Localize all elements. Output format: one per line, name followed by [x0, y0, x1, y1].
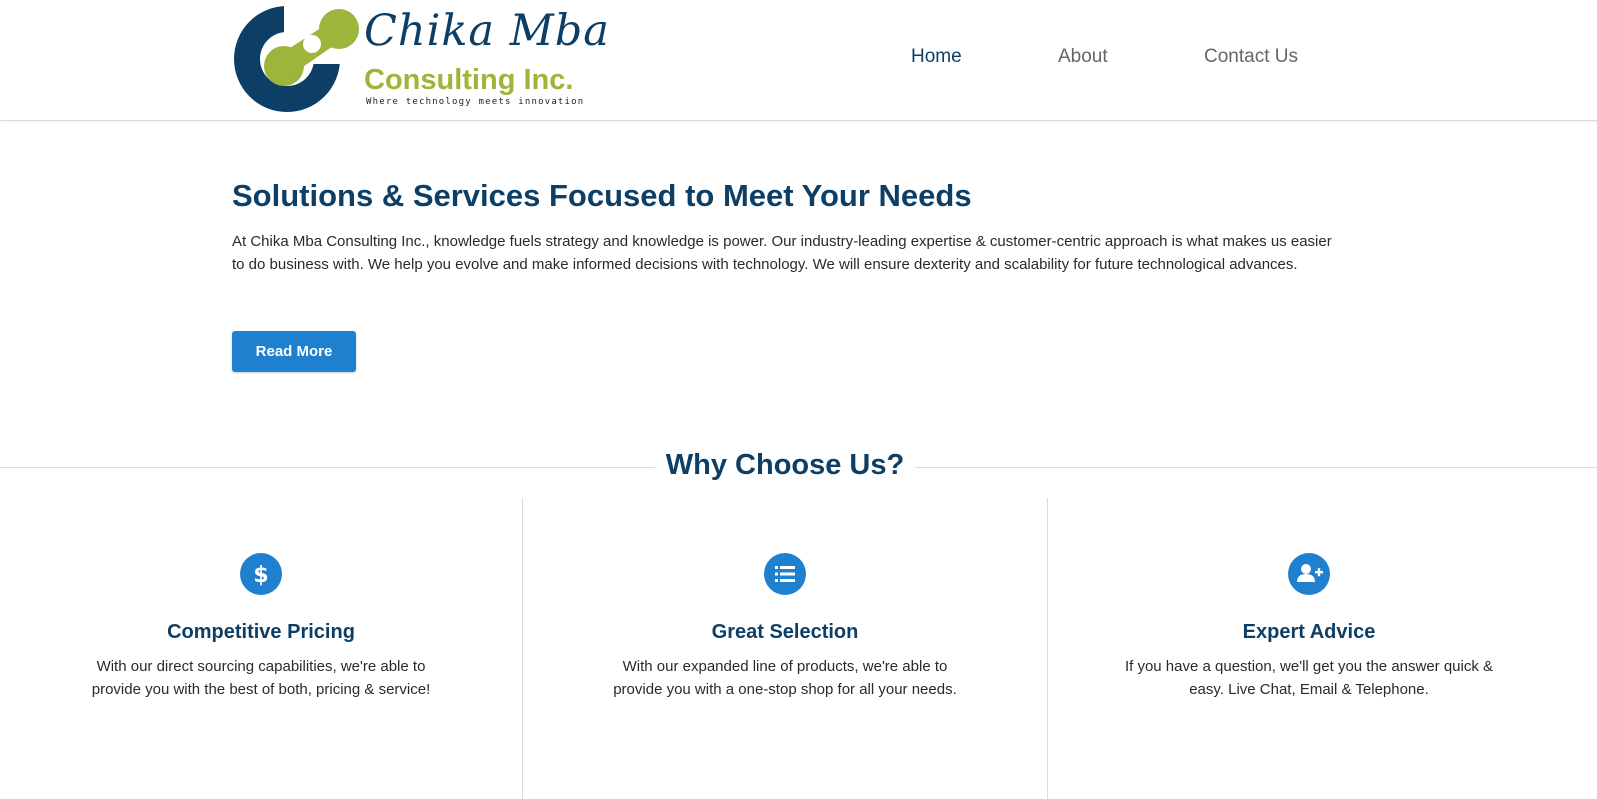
column-divider: [522, 498, 523, 799]
hero-title: Solutions & Services Focused to Meet You…: [232, 178, 972, 213]
list-icon: [764, 553, 806, 595]
feature-description: With our expanded line of products, we'r…: [613, 658, 957, 698]
logo-company-name: Consulting Inc.: [364, 64, 574, 96]
user-plus-icon: [1288, 553, 1330, 595]
why-choose-us-title: Why Choose Us?: [665, 449, 905, 481]
section-divider-right: [915, 467, 1597, 468]
feature-description: If you have a question, we'll get you th…: [1124, 658, 1494, 698]
nav-contact-us[interactable]: Contact Us: [1204, 46, 1298, 68]
feature-title: Great Selection: [711, 621, 859, 643]
nav-home[interactable]: Home: [911, 46, 962, 68]
site-header: Chika Mba Consulting Inc. Where technolo…: [0, 0, 1597, 121]
feature-description: With our direct sourcing capabilities, w…: [91, 658, 431, 698]
dollar-icon: $: [240, 553, 282, 595]
read-more-button[interactable]: Read More: [232, 331, 356, 372]
nav-about[interactable]: About: [1058, 46, 1108, 68]
logo-script-name: Chika Mba: [364, 6, 610, 56]
company-logo[interactable]: Chika Mba Consulting Inc. Where technolo…: [232, 4, 609, 114]
logo-tagline: Where technology meets innovation: [366, 97, 585, 107]
feature-competitive-pricing: $ Competitive Pricing With our direct so…: [41, 553, 481, 701]
section-divider-left: [0, 467, 655, 468]
feature-expert-advice: Expert Advice If you have a question, we…: [1089, 553, 1529, 701]
feature-title: Competitive Pricing: [167, 621, 355, 643]
svg-text:$: $: [253, 563, 268, 588]
hero-description: At Chika Mba Consulting Inc., knowledge …: [232, 233, 1332, 273]
column-divider: [1047, 498, 1048, 799]
logo-mark-icon: [234, 4, 359, 112]
feature-title: Expert Advice: [1242, 621, 1376, 643]
feature-great-selection: Great Selection With our expanded line o…: [565, 553, 1005, 701]
